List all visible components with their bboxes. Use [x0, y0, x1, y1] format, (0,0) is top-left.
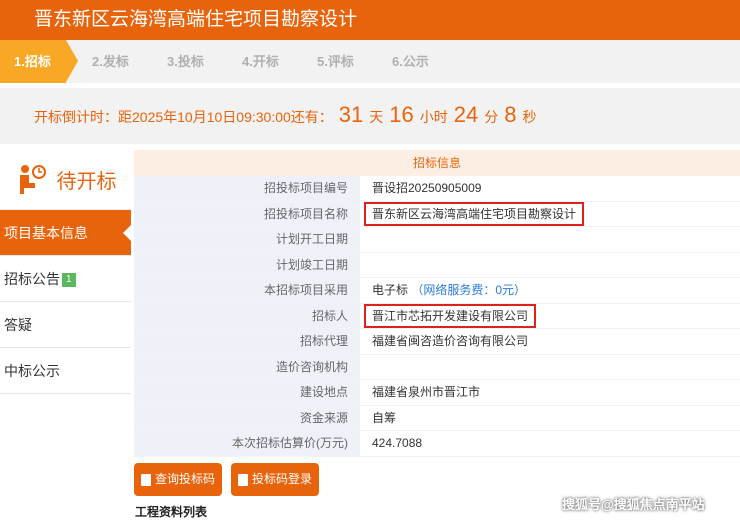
bid-info-table: 招标信息 招投标项目编号 晋设招20250905009 招投标项目名称 晋东新区…: [134, 150, 740, 457]
row-value: [360, 355, 740, 380]
document-icon: [238, 473, 249, 486]
step-tender[interactable]: 3.投标: [153, 40, 228, 83]
row-value: [360, 253, 740, 278]
watermark: 搜狐号@搜狐焦点南平站: [562, 497, 705, 512]
row-label: 招投标项目名称: [134, 201, 360, 226]
countdown-minutes-unit: 分: [484, 109, 499, 125]
countdown-days: 31: [338, 102, 364, 127]
status-box: 待开标: [0, 150, 131, 210]
info-header: 招标信息: [134, 150, 740, 176]
row-value: 福建省闽咨造价咨询有限公司: [372, 334, 529, 348]
row-value: 福建省泉州市晋江市: [372, 385, 481, 399]
progress-steps: 1.招标 2.发标 3.投标 4.开标 5.评标 6.公示: [0, 40, 740, 83]
sidebar-item-qa[interactable]: 答疑: [0, 302, 131, 348]
row-label: 建设地点: [134, 380, 360, 405]
highlight-box: 晋东新区云海湾高端住宅项目勘察设计: [364, 201, 585, 226]
row-label: 资金来源: [134, 405, 360, 430]
countdown-days-unit: 天: [369, 109, 384, 125]
step-open[interactable]: 4.开标: [228, 40, 303, 83]
document-icon: [141, 473, 151, 486]
row-label: 本次招标估算价(万元): [134, 431, 360, 456]
row-label: 计划竣工日期: [134, 252, 360, 277]
row-value: 晋设招20250905009: [372, 181, 482, 195]
sidebar-item-label: 答疑: [4, 317, 32, 333]
step-publicity[interactable]: 6.公示: [378, 40, 453, 83]
row-value: 电子标 （网络服务费：0元）: [360, 278, 740, 303]
row-value: 424.7088: [372, 436, 423, 450]
sidebar: 待开标 项目基本信息 招标公告 1 答疑 中标公示: [0, 150, 131, 394]
step-bidding[interactable]: 1.招标: [0, 40, 78, 83]
table-row: 本次招标估算价(万元) 424.7088: [134, 431, 740, 457]
row-value: 晋江市芯拓开发建设有限公司: [360, 303, 740, 329]
action-buttons: 查询投标码 投标码登录: [134, 463, 320, 496]
waiting-person-icon: [19, 164, 46, 194]
table-row: 招标人 晋江市芯拓开发建设有限公司: [134, 303, 740, 329]
row-label: 招标代理: [134, 329, 360, 354]
row-value: 自筹: [372, 410, 397, 425]
service-fee-link[interactable]: （网络服务费：0元）: [411, 283, 526, 297]
countdown-prefix: 开标倒计时：距2025年10月10日09:30:00还有：: [34, 109, 333, 125]
table-row: 资金来源 自筹: [134, 405, 740, 431]
query-bid-code-button[interactable]: 查询投标码: [134, 463, 223, 496]
step-issue[interactable]: 2.发标: [78, 40, 153, 83]
row-label: 计划开工日期: [134, 227, 360, 252]
countdown: 开标倒计时：距2025年10月10日09:30:00还有： 31 天 16 小时…: [0, 88, 740, 144]
row-value: [360, 227, 740, 252]
highlight-box: 晋江市芯拓开发建设有限公司: [364, 303, 537, 328]
count-badge: 1: [62, 273, 76, 288]
countdown-seconds-unit: 秒: [522, 109, 537, 125]
button-label: 查询投标码: [155, 472, 216, 486]
sidebar-item-label: 项目基本信息: [4, 225, 88, 241]
table-row: 招投标项目名称 晋东新区云海湾高端住宅项目勘察设计: [134, 201, 740, 227]
countdown-hours-unit: 小时: [419, 109, 448, 125]
row-label: 本招标项目采用: [134, 278, 360, 303]
countdown-minutes: 24: [453, 102, 479, 127]
table-row: 造价咨询机构: [134, 354, 740, 380]
step-evaluate[interactable]: 5.评标: [303, 40, 378, 83]
countdown-seconds: 8: [504, 102, 517, 127]
countdown-hours: 16: [389, 102, 414, 127]
table-row: 计划开工日期: [134, 227, 740, 253]
sidebar-item-basic-info[interactable]: 项目基本信息: [0, 210, 131, 256]
table-row: 本招标项目采用 电子标 （网络服务费：0元）: [134, 278, 740, 304]
row-label: 招标人: [134, 303, 360, 328]
sidebar-item-award-notice[interactable]: 中标公示: [0, 348, 131, 394]
section-title: 工程资料列表: [135, 505, 208, 519]
table-row: 招标代理 福建省闽咨造价咨询有限公司: [134, 329, 740, 355]
table-row: 建设地点 福建省泉州市晋江市: [134, 380, 740, 406]
bid-type: 电子标: [372, 283, 409, 297]
bid-code-login-button[interactable]: 投标码登录: [231, 463, 320, 496]
sidebar-item-label: 中标公示: [4, 363, 60, 379]
table-row: 招投标项目编号 晋设招20250905009: [134, 176, 740, 202]
button-label: 投标码登录: [252, 472, 313, 486]
table-row: 计划竣工日期: [134, 252, 740, 278]
status-label: 待开标: [56, 171, 117, 193]
sidebar-item-label: 招标公告: [4, 271, 60, 287]
sidebar-item-announcement[interactable]: 招标公告 1: [0, 256, 131, 302]
page-title: 晋东新区云海湾高端住宅项目勘察设计: [0, 0, 740, 40]
row-label: 造价咨询机构: [134, 354, 360, 379]
row-value: 晋东新区云海湾高端住宅项目勘察设计: [360, 201, 740, 227]
row-label: 招投标项目编号: [134, 176, 360, 201]
